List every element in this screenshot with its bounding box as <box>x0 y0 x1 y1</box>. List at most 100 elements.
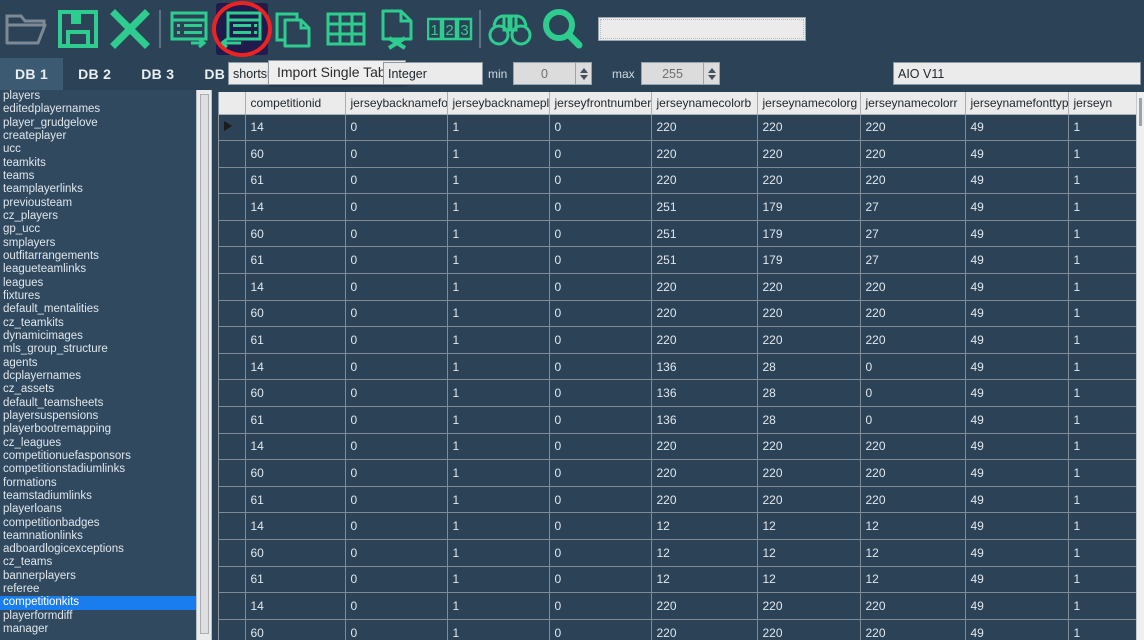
table-row[interactable]: 61 0 1 0 220 220 220 49 1 <box>219 326 1136 354</box>
cell-jerseynamecolorg[interactable]: 28 <box>757 406 861 434</box>
row-selector-cell[interactable] <box>219 619 246 640</box>
cell-jerseybacknamefor[interactable]: 0 <box>345 273 448 301</box>
delete-record-icon[interactable] <box>372 3 424 55</box>
cell-jerseynamecolorg[interactable]: 220 <box>757 300 861 328</box>
cell-jerseybacknamefor[interactable]: 0 <box>345 353 448 381</box>
cell-jerseybacknamefor[interactable]: 0 <box>345 379 448 408</box>
cell-jerseybacknamefor[interactable]: 0 <box>345 140 448 168</box>
row-selector-cell[interactable] <box>219 353 246 381</box>
row-selector-cell[interactable] <box>219 300 246 328</box>
row-selector-cell[interactable] <box>219 140 246 168</box>
column-header-jerseynamecolorg[interactable]: jerseynamecolorg <box>757 92 861 115</box>
cell-jerseyn[interactable]: 1 <box>1068 114 1136 142</box>
cell-jerseynamefonttype[interactable]: 49 <box>965 114 1069 142</box>
cell-jerseyn[interactable]: 1 <box>1068 300 1136 328</box>
grid-scrollbar-thumb[interactable] <box>1139 98 1142 126</box>
sidebar-item-competitionkits[interactable]: competitionkits <box>0 596 196 610</box>
table-row[interactable]: 14 0 1 0 12 12 12 49 1 <box>219 512 1136 540</box>
column-header-jerseyfrontnumberpl[interactable]: jerseyfrontnumberpl <box>549 92 652 115</box>
cell-jerseynamefonttype[interactable]: 49 <box>965 486 1069 514</box>
cell-jerseynamefonttype[interactable]: 49 <box>965 512 1069 540</box>
cell-jerseynamecolorb[interactable]: 220 <box>651 114 758 142</box>
cell-jerseynamecolorg[interactable]: 179 <box>757 220 861 248</box>
table-row[interactable]: 14 0 1 0 220 220 220 49 1 <box>219 433 1136 461</box>
cell-jerseybacknamepla[interactable]: 1 <box>447 220 550 248</box>
sidebar-item-cz-players[interactable]: cz_players <box>0 210 196 223</box>
cell-jerseynamecolorb[interactable]: 220 <box>651 140 758 168</box>
cell-jerseyn[interactable]: 1 <box>1068 619 1136 640</box>
cell-jerseyfrontnumberpl[interactable]: 0 <box>549 512 652 540</box>
cell-jerseyfrontnumberpl[interactable]: 0 <box>549 326 652 354</box>
cell-jerseybacknamepla[interactable]: 1 <box>447 140 550 168</box>
sidebar-item-competitionbadges[interactable]: competitionbadges <box>0 517 196 530</box>
cell-jerseyfrontnumberpl[interactable]: 0 <box>549 246 652 275</box>
sidebar-scrollbar-thumb[interactable] <box>200 94 209 634</box>
cell-jerseynamecolorb[interactable]: 251 <box>651 193 758 221</box>
cell-jerseynamefonttype[interactable]: 49 <box>965 140 1069 168</box>
cell-jerseybacknamepla[interactable]: 1 <box>447 566 550 594</box>
sidebar-item-cz-assets[interactable]: cz_assets <box>0 383 196 396</box>
table-row[interactable]: 61 0 1 0 12 12 12 49 1 <box>219 566 1136 594</box>
cell-jerseynamecolorr[interactable]: 220 <box>860 114 966 142</box>
sidebar-item-createplayer[interactable]: createplayer <box>0 130 196 143</box>
cell-jerseynamecolorr[interactable]: 27 <box>860 246 966 275</box>
cell-jerseybacknamepla[interactable]: 1 <box>447 379 550 408</box>
cell-jerseybacknamefor[interactable]: 0 <box>345 486 448 514</box>
cell-jerseynamecolorr[interactable]: 12 <box>860 539 966 567</box>
cell-competitionid[interactable]: 61 <box>245 486 346 514</box>
cell-jerseyn[interactable]: 1 <box>1068 486 1136 514</box>
cell-jerseynamecolorb[interactable]: 220 <box>651 486 758 514</box>
table-row[interactable]: 61 0 1 0 251 179 27 49 1 <box>219 246 1136 275</box>
cell-jerseyfrontnumberpl[interactable]: 0 <box>549 167 652 195</box>
sidebar-item-dynamicimages[interactable]: dynamicimages <box>0 330 196 343</box>
column-header-competitionid[interactable]: competitionid <box>245 92 346 115</box>
cell-jerseyn[interactable]: 1 <box>1068 406 1136 434</box>
column-header-jerseyn[interactable]: jerseyn <box>1068 92 1136 115</box>
sidebar-item-player-grudgelove[interactable]: player_grudgelove <box>0 117 196 130</box>
close-icon[interactable] <box>104 3 156 55</box>
cell-competitionid[interactable]: 61 <box>245 326 346 354</box>
sidebar-item-mls-group-structure[interactable]: mls_group_structure <box>0 343 196 356</box>
cell-competitionid[interactable]: 14 <box>245 193 346 221</box>
column-header-jerseynamecolorr[interactable]: jerseynamecolorr <box>860 92 966 115</box>
database-name-input[interactable]: AIO V11 <box>893 62 1141 85</box>
cell-competitionid[interactable]: 61 <box>245 406 346 434</box>
sidebar-item-leagueteamlinks[interactable]: leagueteamlinks <box>0 263 196 276</box>
cell-jerseynamecolorr[interactable]: 12 <box>860 512 966 540</box>
row-selector-cell[interactable] <box>219 459 246 487</box>
cell-jerseybacknamefor[interactable]: 0 <box>345 220 448 248</box>
cell-jerseynamecolorg[interactable]: 220 <box>757 486 861 514</box>
cell-jerseynamecolorg[interactable]: 179 <box>757 193 861 221</box>
cell-jerseyfrontnumberpl[interactable]: 0 <box>549 459 652 487</box>
table-row[interactable]: 61 0 1 0 136 28 0 49 1 <box>219 406 1136 434</box>
open-file-icon[interactable] <box>0 3 52 55</box>
cell-jerseynamecolorg[interactable]: 12 <box>757 512 861 540</box>
table-row[interactable]: 14 0 1 0 220 220 220 49 1 <box>219 273 1136 301</box>
cell-jerseynamefonttype[interactable]: 49 <box>965 353 1069 381</box>
cell-jerseynamecolorr[interactable]: 12 <box>860 566 966 594</box>
table-row[interactable]: 61 0 1 0 220 220 220 49 1 <box>219 486 1136 514</box>
export-single-table-icon[interactable] <box>164 3 216 55</box>
cell-jerseynamecolorr[interactable]: 220 <box>860 326 966 354</box>
cell-jerseybacknamefor[interactable]: 0 <box>345 539 448 567</box>
sidebar-item-dcplayernames[interactable]: dcplayernames <box>0 370 196 383</box>
cell-jerseynamecolorr[interactable]: 220 <box>860 167 966 195</box>
cell-jerseyfrontnumberpl[interactable]: 0 <box>549 592 652 620</box>
cell-jerseyfrontnumberpl[interactable]: 0 <box>549 486 652 514</box>
cell-jerseyn[interactable]: 1 <box>1068 326 1136 354</box>
cell-jerseyn[interactable]: 1 <box>1068 379 1136 408</box>
cell-jerseynamecolorg[interactable]: 220 <box>757 459 861 487</box>
sidebar-item-cz-teams[interactable]: cz_teams <box>0 556 196 569</box>
cell-jerseyfrontnumberpl[interactable]: 0 <box>549 273 652 301</box>
cell-jerseynamecolorb[interactable]: 136 <box>651 406 758 434</box>
cell-jerseynamecolorb[interactable]: 220 <box>651 619 758 640</box>
cell-jerseyfrontnumberpl[interactable]: 0 <box>549 193 652 221</box>
cell-jerseynamefonttype[interactable]: 49 <box>965 326 1069 354</box>
row-selector-cell[interactable] <box>219 114 246 142</box>
cell-jerseynamecolorr[interactable]: 0 <box>860 353 966 381</box>
table-row[interactable]: 60 0 1 0 220 220 220 49 1 <box>219 140 1136 168</box>
cell-jerseynamecolorr[interactable]: 0 <box>860 379 966 408</box>
sidebar-item-editedplayernames[interactable]: editedplayernames <box>0 103 196 116</box>
sidebar-item-agents[interactable]: agents <box>0 357 196 370</box>
cell-jerseynamecolorg[interactable]: 220 <box>757 433 861 461</box>
